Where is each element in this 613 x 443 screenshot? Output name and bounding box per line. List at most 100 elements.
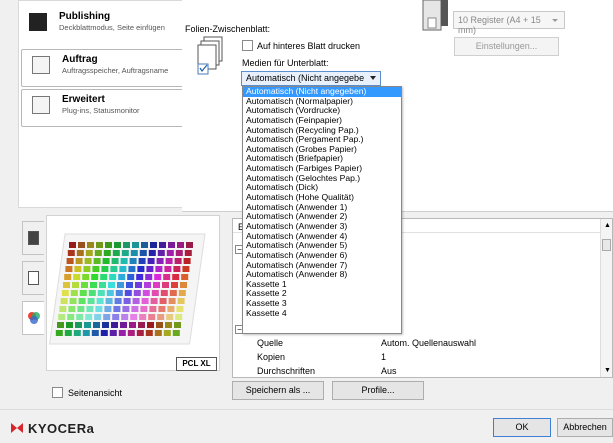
color-swatch <box>85 314 93 320</box>
color-swatch <box>186 242 193 248</box>
color-swatch <box>136 330 144 336</box>
ok-button[interactable]: OK <box>493 418 551 437</box>
color-swatch <box>117 282 124 288</box>
color-swatch <box>105 242 112 248</box>
color-swatch <box>181 274 189 280</box>
color-swatch <box>72 282 79 288</box>
sidebar-item-publishing[interactable]: Publishing Deckblattmodus, Seite einfüge… <box>19 7 189 45</box>
color-icon <box>28 312 40 324</box>
print-back-checkbox[interactable] <box>242 40 253 51</box>
media-label: Medien für Unterblatt: <box>242 58 329 68</box>
color-swatch <box>76 250 84 256</box>
color-swatch <box>61 290 69 296</box>
profiles-button[interactable]: Profile... <box>332 381 424 400</box>
color-swatch <box>102 258 110 264</box>
color-swatch <box>132 298 140 304</box>
color-swatch <box>55 330 63 336</box>
sidebar-item-erweitert[interactable]: Erweitert Plug-ins, Statusmonitor <box>21 89 187 127</box>
color-swatch <box>171 282 178 288</box>
page-view-checkbox[interactable] <box>52 387 63 398</box>
color-swatch <box>184 250 192 256</box>
vertical-tabs <box>18 215 46 340</box>
color-swatch <box>139 250 147 256</box>
color-swatch <box>112 250 120 256</box>
color-swatch <box>110 266 118 272</box>
color-swatch <box>114 298 122 304</box>
color-swatch <box>136 274 144 280</box>
color-swatch <box>156 258 164 264</box>
settings-button[interactable]: Einstellungen... <box>454 37 559 56</box>
color-swatch <box>109 330 117 336</box>
color-swatch <box>83 266 91 272</box>
color-swatch <box>137 266 145 272</box>
register-select-value: 10 Register (A4 + 15 mm) <box>458 15 541 35</box>
color-swatch <box>158 306 166 312</box>
sidebar-item-subtitle: Deckblattmodus, Seite einfügen <box>59 23 165 32</box>
color-swatch <box>82 330 90 336</box>
color-swatch <box>60 298 68 304</box>
color-swatch <box>165 258 173 264</box>
scroll-down-icon[interactable]: ▼ <box>604 367 611 374</box>
color-swatch <box>130 250 138 256</box>
color-swatch <box>105 298 113 304</box>
media-select[interactable]: Automatisch (Nicht angegebe <box>241 71 381 86</box>
color-swatch <box>133 290 141 296</box>
color-swatch <box>157 314 165 320</box>
color-swatch <box>75 322 82 328</box>
sidebar-item-auftrag[interactable]: Auftrag Auftragsspeicher, Auftragsname <box>21 49 187 87</box>
sidebar-item-subtitle: Auftragsspeicher, Auftragsname <box>62 66 169 75</box>
tab-document[interactable] <box>22 261 44 295</box>
register-select[interactable]: 10 Register (A4 + 15 mm) <box>453 11 565 35</box>
color-swatch <box>129 322 136 328</box>
color-swatch <box>123 298 131 304</box>
sidebar-item-title: Publishing <box>59 11 111 22</box>
color-swatch <box>172 330 180 336</box>
color-swatch <box>65 266 73 272</box>
print-back-label: Auf hinteres Blatt drucken <box>257 41 361 51</box>
scroll-up-icon[interactable]: ▲ <box>604 222 611 229</box>
table-row: Kopien 1 <box>233 352 612 366</box>
color-swatch <box>82 274 90 280</box>
color-swatch <box>87 298 95 304</box>
color-swatch <box>75 258 83 264</box>
color-swatch <box>100 330 108 336</box>
color-swatch <box>112 314 120 320</box>
color-swatch <box>145 330 153 336</box>
color-swatch <box>127 274 135 280</box>
save-as-button[interactable]: Speichern als ... <box>232 381 324 400</box>
row-key: Quelle <box>257 338 284 348</box>
color-swatch <box>147 258 155 264</box>
color-swatch <box>121 314 129 320</box>
color-swatch <box>111 258 119 264</box>
tab-color[interactable] <box>22 301 44 335</box>
color-swatch <box>94 314 102 320</box>
color-swatch <box>73 274 81 280</box>
color-swatch <box>135 282 142 288</box>
color-swatch <box>109 274 117 280</box>
job-icon <box>32 56 50 74</box>
page-preview <box>46 215 220 371</box>
color-swatch <box>67 250 75 256</box>
color-swatch <box>126 282 133 288</box>
color-swatch <box>70 290 78 296</box>
color-swatch <box>103 314 111 320</box>
media-dropdown-list[interactable]: Automatisch (Nicht angegeben) Automatisch… <box>242 86 402 334</box>
scroll-thumb[interactable] <box>602 239 611 251</box>
color-swatch <box>160 290 168 296</box>
color-swatch <box>163 330 171 336</box>
table-row: Quelle Autom. Quellenauswahl <box>233 338 612 352</box>
color-swatch <box>177 242 184 248</box>
tab-printer[interactable] <box>22 221 44 255</box>
color-swatch <box>163 274 171 280</box>
color-swatch <box>63 282 70 288</box>
dropdown-option[interactable]: Kassette 4 <box>243 308 401 319</box>
color-swatch <box>141 242 148 248</box>
color-swatch <box>182 266 190 272</box>
cancel-button[interactable]: Abbrechen <box>557 418 613 437</box>
color-swatch <box>147 322 154 328</box>
color-swatch <box>138 258 146 264</box>
color-swatch <box>90 282 97 288</box>
color-swatch <box>172 274 180 280</box>
scrollbar[interactable]: ▲ ▼ <box>600 219 612 377</box>
color-swatch <box>76 314 84 320</box>
